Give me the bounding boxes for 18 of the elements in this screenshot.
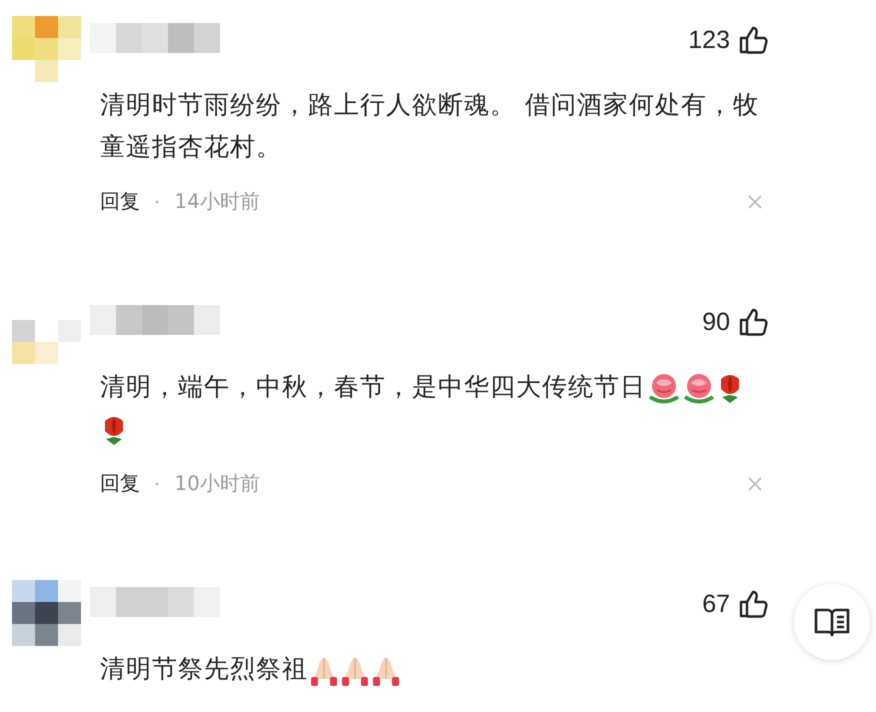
timestamp: 14小时前 <box>174 188 260 215</box>
separator-dot: · <box>154 472 160 496</box>
book-icon <box>814 606 850 638</box>
rose-icon <box>682 371 716 406</box>
reply-link[interactable]: 回复 <box>100 188 140 215</box>
reply-link[interactable]: 回复 <box>100 470 140 497</box>
rose-icon <box>647 371 681 406</box>
like-count: 90 <box>702 308 730 336</box>
comment-text: 清明节祭先烈祭祖 <box>100 654 308 683</box>
like-count: 123 <box>688 26 730 54</box>
timestamp: 10小时前 <box>174 470 260 497</box>
comment-text: 清明，端午，中秋，春节，是中华四大传统节日 <box>100 372 646 401</box>
like-count: 67 <box>702 590 730 618</box>
thumbs-up-icon[interactable] <box>738 25 768 55</box>
thumbs-up-icon[interactable] <box>738 589 768 619</box>
comment-text: 清明时节雨纷纷，路上行人欲断魂。 借问酒家何处有，牧童遥指杏花村。 <box>100 90 759 161</box>
thumbs-up-icon[interactable] <box>738 307 768 337</box>
separator-dot: · <box>154 190 160 214</box>
